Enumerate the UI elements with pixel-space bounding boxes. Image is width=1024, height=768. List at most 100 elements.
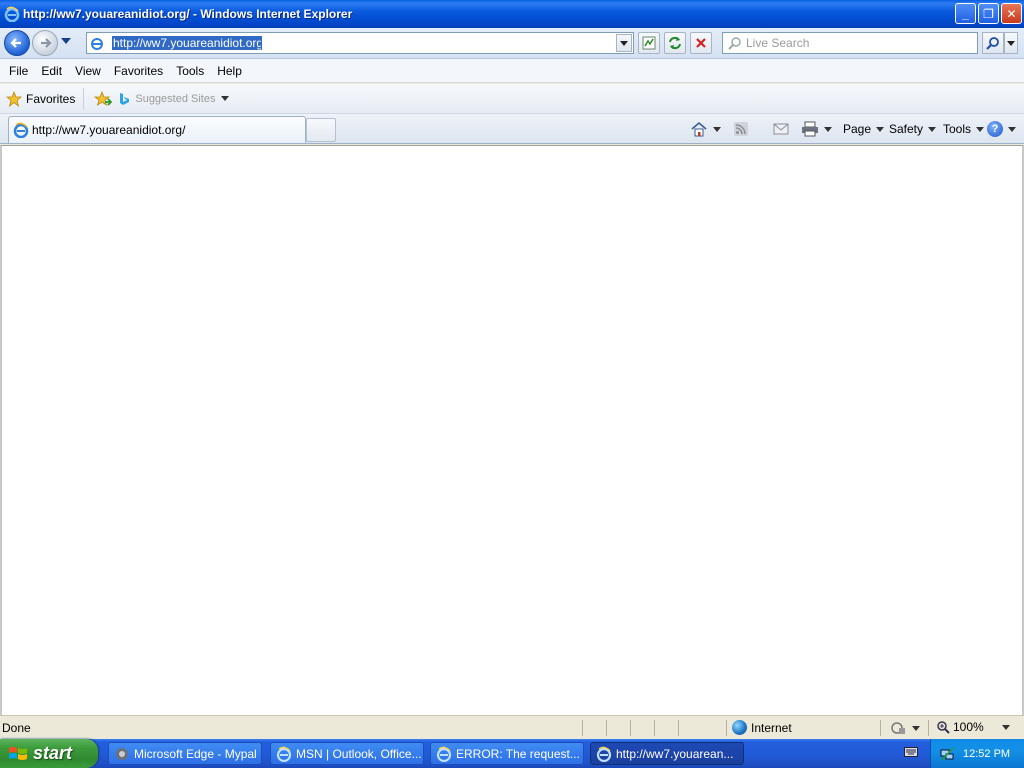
favorites-button[interactable]: Favorites — [6, 87, 85, 110]
close-icon: ✕ — [1006, 6, 1017, 21]
page-icon — [91, 38, 103, 50]
help-icon: ? — [987, 121, 1003, 137]
new-tab-button[interactable] — [306, 118, 336, 142]
protected-mode-button[interactable] — [890, 720, 920, 736]
home-button[interactable] — [690, 118, 721, 140]
tools-menu-label: Tools — [943, 122, 972, 136]
print-button[interactable] — [801, 118, 832, 140]
windows-logo-icon — [9, 746, 27, 760]
tools-menu-button[interactable]: Tools — [943, 118, 985, 140]
taskbar-item-youareanidiot[interactable]: http://ww7.youarean... — [590, 742, 744, 765]
status-divider — [928, 720, 929, 736]
status-divider — [582, 720, 583, 736]
page-content-area[interactable] — [0, 145, 1024, 715]
printer-icon — [802, 121, 818, 137]
feeds-button[interactable] — [733, 118, 749, 140]
star-icon — [6, 90, 22, 107]
taskbar-item-msn[interactable]: MSN | Outlook, Office... — [270, 742, 424, 765]
window-title: http://ww7.youareanidiot.org/ - Windows … — [23, 7, 353, 21]
forward-button[interactable] — [32, 30, 58, 56]
search-input[interactable] — [746, 36, 966, 50]
address-bar[interactable] — [86, 32, 634, 54]
bing-icon — [120, 92, 130, 105]
zoom-control[interactable]: 100% — [936, 720, 1010, 734]
safety-menu-button[interactable]: Safety — [889, 118, 937, 140]
taskbar-item-label: ERROR: The request... — [456, 746, 580, 761]
refresh-button[interactable] — [664, 32, 686, 54]
stop-icon — [696, 38, 706, 48]
keyboard-icon[interactable] — [904, 746, 918, 758]
status-divider — [880, 720, 881, 736]
chevron-down-icon — [620, 40, 628, 46]
taskbar-item-label: http://ww7.youarean... — [616, 746, 734, 761]
favorites-label: Favorites — [26, 91, 76, 106]
add-to-favorites-bar-icon[interactable] — [94, 90, 113, 108]
menu-tools[interactable]: Tools — [176, 62, 204, 80]
zoom-icon — [937, 721, 950, 734]
tab-row: http://ww7.youareanidiot.org/ Page Safet… — [0, 114, 1024, 144]
safety-menu-label: Safety — [889, 122, 924, 136]
recent-pages-dropdown[interactable] — [61, 38, 71, 44]
back-arrow-icon — [10, 38, 21, 48]
system-tray: 12:52 PM — [930, 739, 1024, 768]
menu-help[interactable]: Help — [217, 62, 242, 80]
address-dropdown-button[interactable] — [616, 34, 632, 52]
back-button[interactable] — [4, 30, 30, 56]
page-menu-button[interactable]: Page — [843, 118, 885, 140]
forward-arrow-icon — [41, 38, 52, 48]
status-text: Done — [2, 720, 31, 735]
protected-mode-icon — [891, 722, 905, 734]
menu-view[interactable]: View — [75, 62, 101, 80]
status-divider — [630, 720, 631, 736]
compatibility-icon — [642, 36, 656, 50]
menu-edit[interactable]: Edit — [41, 62, 62, 80]
clock[interactable]: 12:52 PM — [963, 748, 1010, 760]
ie-icon — [436, 746, 452, 762]
close-button[interactable]: ✕ — [1001, 3, 1022, 24]
status-divider — [654, 720, 655, 736]
compatibility-view-button[interactable] — [638, 32, 660, 54]
ie-icon — [596, 746, 612, 762]
security-zone[interactable]: Internet — [732, 720, 792, 735]
page-menu-label: Page — [843, 122, 872, 136]
read-mail-button[interactable] — [773, 118, 789, 140]
menu-file[interactable]: File — [9, 62, 28, 80]
taskbar-item-label: MSN | Outlook, Office... — [296, 746, 422, 761]
taskbar-item-error[interactable]: ERROR: The request... — [430, 742, 584, 765]
search-options-dropdown[interactable] — [1004, 32, 1018, 54]
navigation-bar — [0, 28, 1024, 59]
tab-active[interactable]: http://ww7.youareanidiot.org/ — [8, 116, 306, 143]
restore-button[interactable]: ❐ — [978, 3, 999, 24]
menu-favorites[interactable]: Favorites — [114, 62, 163, 80]
taskbar-item-mypal[interactable]: Microsoft Edge - Mypal — [108, 742, 262, 765]
rss-feed-icon — [734, 122, 748, 136]
zoom-level: 100% — [953, 720, 984, 734]
menu-bar: File Edit View Favorites Tools Help — [0, 59, 1024, 83]
status-bar: Done Internet 100% — [0, 715, 1024, 739]
network-icon[interactable] — [939, 746, 955, 762]
ie-icon — [276, 746, 292, 762]
help-menu-button[interactable]: ? — [987, 118, 1016, 140]
chevron-down-icon — [221, 96, 230, 101]
suggested-sites-button[interactable]: Suggested Sites — [118, 92, 230, 106]
search-button[interactable] — [982, 32, 1004, 54]
url-input[interactable] — [112, 36, 262, 50]
restore-icon: ❐ — [983, 6, 994, 21]
ie-icon — [13, 122, 29, 138]
title-bar: http://ww7.youareanidiot.org/ - Windows … — [0, 0, 1024, 28]
suggested-sites-label: Suggested Sites — [135, 92, 216, 105]
tab-label: http://ww7.youareanidiot.org/ — [32, 123, 186, 137]
status-divider — [606, 720, 607, 736]
start-button[interactable]: start — [0, 739, 98, 768]
magnifier-icon — [986, 37, 999, 50]
chevron-down-icon — [876, 126, 885, 132]
stop-button[interactable] — [690, 32, 712, 54]
taskbar-item-label: Microsoft Edge - Mypal — [134, 746, 257, 761]
minimize-button[interactable]: _ — [955, 3, 976, 24]
search-box[interactable] — [722, 32, 978, 54]
minimize-icon: _ — [962, 6, 969, 21]
status-divider — [726, 720, 727, 736]
globe-icon — [732, 720, 747, 735]
status-divider — [678, 720, 679, 736]
chevron-down-icon — [713, 126, 721, 132]
